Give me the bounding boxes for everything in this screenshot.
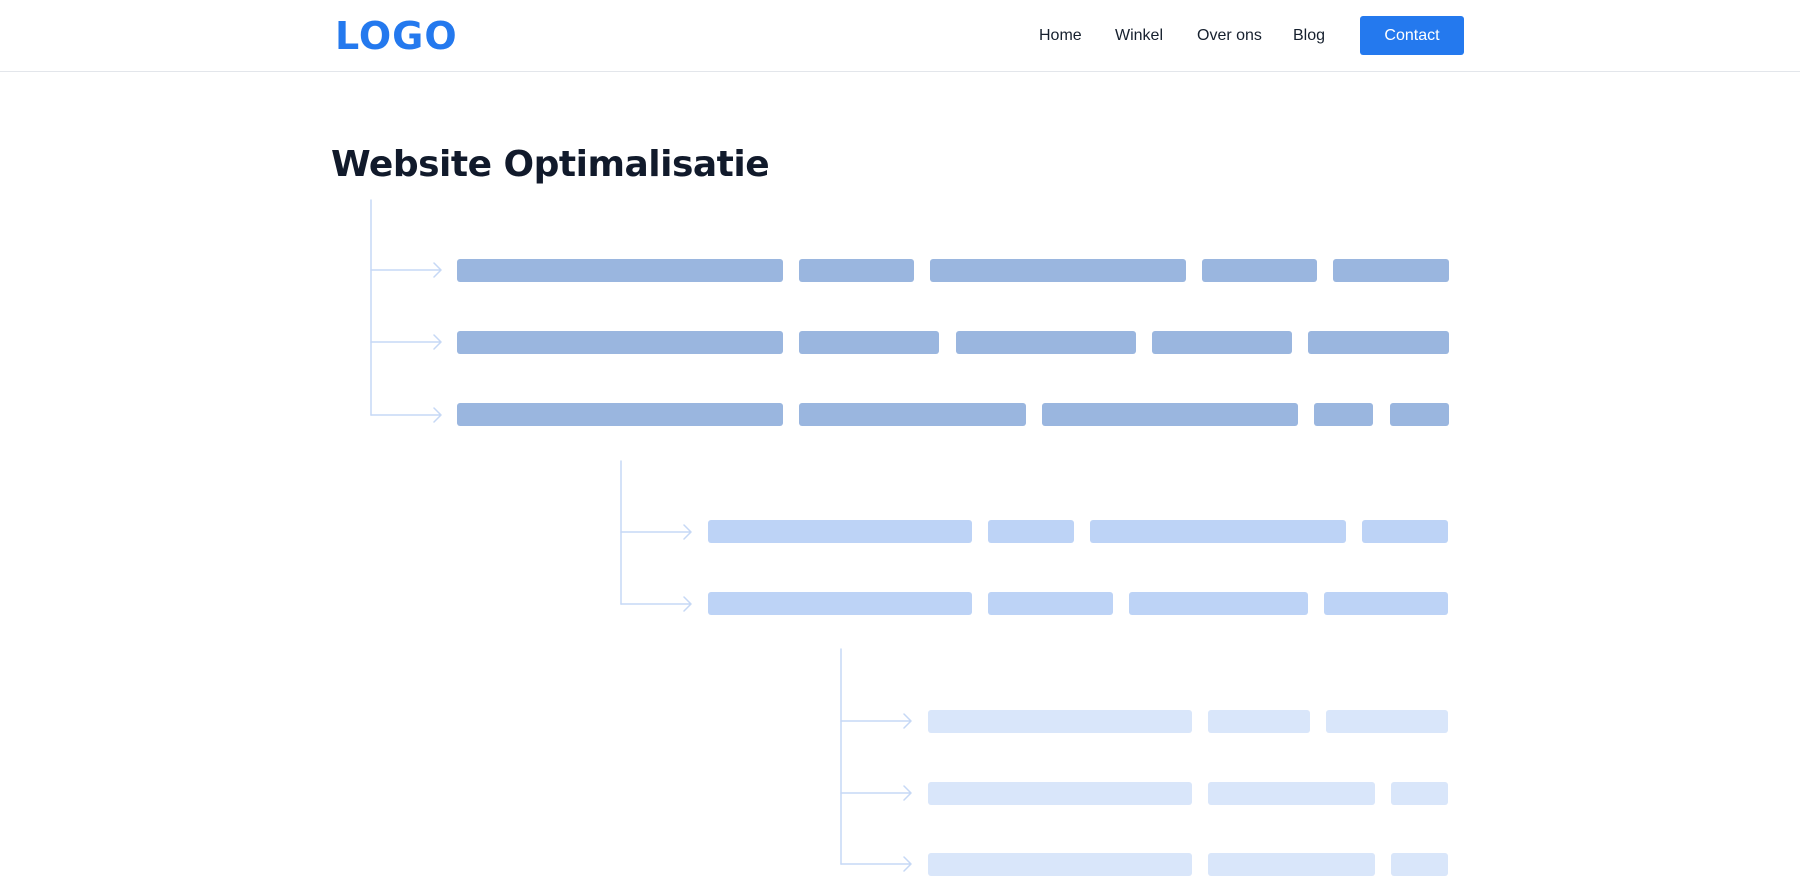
placeholder-bar: [1324, 592, 1448, 615]
page-title: Website Optimalisatie: [331, 144, 770, 185]
placeholder-bar: [930, 259, 1186, 282]
placeholder-bar: [1042, 403, 1298, 426]
placeholder-bar: [1208, 782, 1375, 805]
connector-arrow: [370, 262, 442, 278]
placeholder-bar: [708, 592, 972, 615]
connector-arrow: [840, 713, 912, 729]
connector-arrow: [840, 856, 912, 872]
placeholder-bar: [708, 520, 972, 543]
placeholder-bar: [928, 710, 1192, 733]
placeholder-bar: [1391, 782, 1448, 805]
tree-connectors: [370, 199, 912, 872]
placeholder-bar: [988, 592, 1113, 615]
placeholder-bar: [799, 403, 1026, 426]
placeholder-bar: [1362, 520, 1448, 543]
placeholder-bar: [928, 853, 1192, 876]
placeholder-bar: [1090, 520, 1346, 543]
placeholder-bar: [988, 520, 1074, 543]
placeholder-bar: [1208, 853, 1375, 876]
placeholder-bar: [1152, 331, 1292, 354]
placeholder-bar: [799, 259, 914, 282]
placeholder-bar: [457, 259, 783, 282]
placeholder-bar: [956, 331, 1136, 354]
connector-arrow: [840, 785, 912, 801]
connector-arrow: [620, 524, 692, 540]
connector-arrow: [370, 334, 442, 350]
logo[interactable]: LOGO: [335, 14, 458, 58]
nav-blog[interactable]: Blog: [1293, 25, 1325, 47]
placeholder-bar: [1208, 710, 1310, 733]
placeholder-bar: [1390, 403, 1449, 426]
placeholder-bar: [1202, 259, 1317, 282]
nav-home[interactable]: Home: [1039, 25, 1082, 47]
placeholder-bar: [1314, 403, 1373, 426]
site-header: LOGO Home Winkel Over ons Blog Contact: [0, 0, 1800, 72]
nav-over-ons[interactable]: Over ons: [1197, 25, 1262, 47]
connector-arrow: [620, 596, 692, 612]
connector-arrow: [370, 407, 442, 423]
placeholder-bar: [1129, 592, 1308, 615]
placeholder-bar: [457, 403, 783, 426]
placeholder-bar: [799, 331, 939, 354]
nav-winkel[interactable]: Winkel: [1115, 25, 1163, 47]
placeholder-bar: [1326, 710, 1448, 733]
placeholder-bar: [928, 782, 1192, 805]
contact-button[interactable]: Contact: [1360, 16, 1464, 55]
placeholder-bar: [1391, 853, 1448, 876]
placeholder-bar: [1333, 259, 1449, 282]
placeholder-bar: [1308, 331, 1449, 354]
placeholder-bar: [457, 331, 783, 354]
